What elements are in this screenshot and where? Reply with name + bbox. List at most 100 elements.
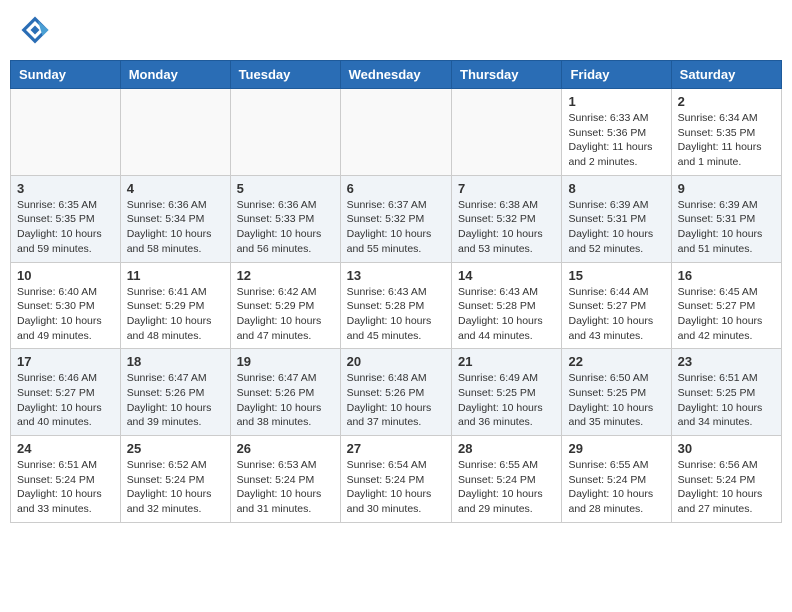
day-number: 15: [568, 268, 664, 283]
day-info: Sunrise: 6:47 AMSunset: 5:26 PMDaylight:…: [127, 371, 224, 430]
calendar-day-cell: [340, 89, 451, 176]
weekday-header: Monday: [120, 61, 230, 89]
day-info: Sunrise: 6:40 AMSunset: 5:30 PMDaylight:…: [17, 285, 114, 344]
day-number: 30: [678, 441, 775, 456]
day-number: 23: [678, 354, 775, 369]
day-info: Sunrise: 6:43 AMSunset: 5:28 PMDaylight:…: [347, 285, 445, 344]
day-info: Sunrise: 6:46 AMSunset: 5:27 PMDaylight:…: [17, 371, 114, 430]
calendar-day-cell: [452, 89, 562, 176]
calendar-day-cell: 2Sunrise: 6:34 AMSunset: 5:35 PMDaylight…: [671, 89, 781, 176]
calendar-week-row: 10 Sunrise: 6:40 AMSunset: 5:30 PMDayligh…: [11, 262, 782, 349]
calendar-day-cell: 26Sunrise: 6:53 AMSunset: 5:24 PMDayligh…: [230, 436, 340, 523]
day-number: 7: [458, 181, 555, 196]
calendar-day-cell: 24 Sunrise: 6:51 AMSunset: 5:24 PMDayligh…: [11, 436, 121, 523]
day-number: 9: [678, 181, 775, 196]
calendar-day-cell: 20 Sunrise: 6:48 AMSunset: 5:26 PMDayligh…: [340, 349, 451, 436]
calendar-table: SundayMondayTuesdayWednesdayThursdayFrid…: [10, 60, 782, 523]
calendar-day-cell: 6 Sunrise: 6:37 AMSunset: 5:32 PMDaylight…: [340, 175, 451, 262]
day-number: 5: [237, 181, 334, 196]
day-number: 17: [17, 354, 114, 369]
weekday-header: Sunday: [11, 61, 121, 89]
day-info: Sunrise: 6:33 AMSunset: 5:36 PMDaylight:…: [568, 111, 664, 170]
calendar-day-cell: [120, 89, 230, 176]
day-info: Sunrise: 6:36 AMSunset: 5:34 PMDaylight:…: [127, 198, 224, 257]
calendar-day-cell: 25 Sunrise: 6:52 AMSunset: 5:24 PMDayligh…: [120, 436, 230, 523]
day-info: Sunrise: 6:38 AMSunset: 5:32 PMDaylight:…: [458, 198, 555, 257]
calendar-day-cell: 19 Sunrise: 6:47 AMSunset: 5:26 PMDayligh…: [230, 349, 340, 436]
day-number: 12: [237, 268, 334, 283]
day-number: 1: [568, 94, 664, 109]
logo-icon: [20, 15, 50, 45]
day-info: Sunrise: 6:36 AMSunset: 5:33 PMDaylight:…: [237, 198, 334, 257]
calendar-day-cell: 9 Sunrise: 6:39 AMSunset: 5:31 PMDaylight…: [671, 175, 781, 262]
day-number: 10: [17, 268, 114, 283]
day-number: 28: [458, 441, 555, 456]
weekday-header: Tuesday: [230, 61, 340, 89]
calendar-day-cell: 11 Sunrise: 6:41 AMSunset: 5:29 PMDayligh…: [120, 262, 230, 349]
calendar-day-cell: 21Sunrise: 6:49 AMSunset: 5:25 PMDayligh…: [452, 349, 562, 436]
calendar-week-row: 24 Sunrise: 6:51 AMSunset: 5:24 PMDayligh…: [11, 436, 782, 523]
calendar-day-cell: 15 Sunrise: 6:44 AMSunset: 5:27 PMDayligh…: [562, 262, 671, 349]
calendar-day-cell: 3 Sunrise: 6:35 AMSunset: 5:35 PMDaylight…: [11, 175, 121, 262]
day-info: Sunrise: 6:48 AMSunset: 5:26 PMDaylight:…: [347, 371, 445, 430]
day-info: Sunrise: 6:53 AMSunset: 5:24 PMDaylight:…: [237, 458, 334, 517]
day-info: Sunrise: 6:35 AMSunset: 5:35 PMDaylight:…: [17, 198, 114, 257]
day-number: 20: [347, 354, 445, 369]
calendar-day-cell: 27 Sunrise: 6:54 AMSunset: 5:24 PMDayligh…: [340, 436, 451, 523]
day-info: Sunrise: 6:39 AMSunset: 5:31 PMDaylight:…: [678, 198, 775, 257]
day-number: 19: [237, 354, 334, 369]
day-number: 4: [127, 181, 224, 196]
day-number: 11: [127, 268, 224, 283]
calendar-header-row: SundayMondayTuesdayWednesdayThursdayFrid…: [11, 61, 782, 89]
calendar-day-cell: 7 Sunrise: 6:38 AMSunset: 5:32 PMDaylight…: [452, 175, 562, 262]
weekday-header: Friday: [562, 61, 671, 89]
day-number: 25: [127, 441, 224, 456]
calendar-day-cell: 12 Sunrise: 6:42 AMSunset: 5:29 PMDayligh…: [230, 262, 340, 349]
calendar-day-cell: 18 Sunrise: 6:47 AMSunset: 5:26 PMDayligh…: [120, 349, 230, 436]
calendar-day-cell: [230, 89, 340, 176]
day-number: 6: [347, 181, 445, 196]
calendar-day-cell: 17 Sunrise: 6:46 AMSunset: 5:27 PMDayligh…: [11, 349, 121, 436]
weekday-header: Thursday: [452, 61, 562, 89]
day-number: 27: [347, 441, 445, 456]
calendar-day-cell: 29Sunrise: 6:55 AMSunset: 5:24 PMDayligh…: [562, 436, 671, 523]
calendar-day-cell: 28Sunrise: 6:55 AMSunset: 5:24 PMDayligh…: [452, 436, 562, 523]
calendar-day-cell: 16 Sunrise: 6:45 AMSunset: 5:27 PMDayligh…: [671, 262, 781, 349]
day-info: Sunrise: 6:47 AMSunset: 5:26 PMDaylight:…: [237, 371, 334, 430]
calendar-day-cell: 13 Sunrise: 6:43 AMSunset: 5:28 PMDayligh…: [340, 262, 451, 349]
calendar-day-cell: 14Sunrise: 6:43 AMSunset: 5:28 PMDayligh…: [452, 262, 562, 349]
calendar-week-row: 17 Sunrise: 6:46 AMSunset: 5:27 PMDayligh…: [11, 349, 782, 436]
page-header: [10, 10, 782, 50]
calendar-day-cell: 23 Sunrise: 6:51 AMSunset: 5:25 PMDayligh…: [671, 349, 781, 436]
calendar-week-row: 3 Sunrise: 6:35 AMSunset: 5:35 PMDaylight…: [11, 175, 782, 262]
day-info: Sunrise: 6:37 AMSunset: 5:32 PMDaylight:…: [347, 198, 445, 257]
calendar-day-cell: 5 Sunrise: 6:36 AMSunset: 5:33 PMDaylight…: [230, 175, 340, 262]
day-info: Sunrise: 6:51 AMSunset: 5:24 PMDaylight:…: [17, 458, 114, 517]
day-number: 21: [458, 354, 555, 369]
day-info: Sunrise: 6:39 AMSunset: 5:31 PMDaylight:…: [568, 198, 664, 257]
day-number: 3: [17, 181, 114, 196]
logo: [20, 15, 54, 45]
day-info: Sunrise: 6:56 AMSunset: 5:24 PMDaylight:…: [678, 458, 775, 517]
day-info: Sunrise: 6:44 AMSunset: 5:27 PMDaylight:…: [568, 285, 664, 344]
calendar-day-cell: [11, 89, 121, 176]
day-info: Sunrise: 6:55 AMSunset: 5:24 PMDaylight:…: [568, 458, 664, 517]
day-number: 16: [678, 268, 775, 283]
day-info: Sunrise: 6:45 AMSunset: 5:27 PMDaylight:…: [678, 285, 775, 344]
calendar-week-row: 1 Sunrise: 6:33 AMSunset: 5:36 PMDaylight…: [11, 89, 782, 176]
day-info: Sunrise: 6:52 AMSunset: 5:24 PMDaylight:…: [127, 458, 224, 517]
day-number: 24: [17, 441, 114, 456]
day-info: Sunrise: 6:41 AMSunset: 5:29 PMDaylight:…: [127, 285, 224, 344]
day-info: Sunrise: 6:51 AMSunset: 5:25 PMDaylight:…: [678, 371, 775, 430]
day-info: Sunrise: 6:54 AMSunset: 5:24 PMDaylight:…: [347, 458, 445, 517]
calendar-day-cell: 1 Sunrise: 6:33 AMSunset: 5:36 PMDaylight…: [562, 89, 671, 176]
day-number: 2: [678, 94, 775, 109]
day-number: 13: [347, 268, 445, 283]
day-number: 14: [458, 268, 555, 283]
day-number: 18: [127, 354, 224, 369]
day-number: 22: [568, 354, 664, 369]
calendar-day-cell: 4 Sunrise: 6:36 AMSunset: 5:34 PMDaylight…: [120, 175, 230, 262]
calendar-day-cell: 22 Sunrise: 6:50 AMSunset: 5:25 PMDayligh…: [562, 349, 671, 436]
day-info: Sunrise: 6:42 AMSunset: 5:29 PMDaylight:…: [237, 285, 334, 344]
day-info: Sunrise: 6:50 AMSunset: 5:25 PMDaylight:…: [568, 371, 664, 430]
